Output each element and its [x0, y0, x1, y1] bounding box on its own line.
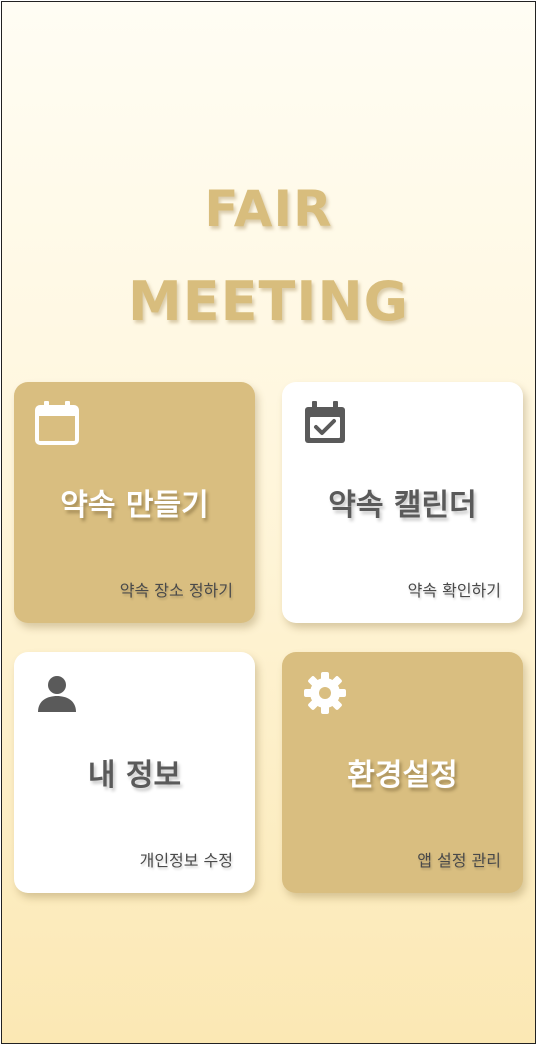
appointment-calendar-label: 약속 캘린더 [328, 488, 477, 523]
make-appointment-label: 약속 만들기 [60, 488, 209, 523]
my-info-label: 내 정보 [87, 758, 182, 793]
make-appointment-tile[interactable]: 약속 만들기 약속 장소 정하기 [14, 382, 255, 623]
my-info-sublabel: 개인정보 수정 [139, 851, 233, 870]
settings-tile[interactable]: 환경설정 앱 설정 관리 [282, 652, 523, 893]
gear-icon [304, 672, 346, 714]
make-appointment-sublabel: 약속 장소 정하기 [119, 581, 233, 600]
appointment-calendar-tile[interactable]: 약속 캘린더 약속 확인하기 [282, 382, 523, 623]
app-title-line2: MEETING [128, 270, 409, 333]
calendar-check-icon [305, 401, 345, 443]
person-icon [38, 676, 76, 712]
app-title-line1: FAIR [204, 180, 333, 238]
appointment-calendar-sublabel: 약속 확인하기 [407, 581, 501, 600]
my-info-tile[interactable]: 내 정보 개인정보 수정 [14, 652, 255, 893]
calendar-icon [35, 401, 79, 445]
app-screen: FAIR MEETING 약속 만들기 약속 장소 정하기 약속 캘린더 약속 … [1, 1, 536, 1044]
settings-sublabel: 앱 설정 관리 [417, 851, 501, 870]
settings-label: 환경설정 [347, 758, 458, 793]
